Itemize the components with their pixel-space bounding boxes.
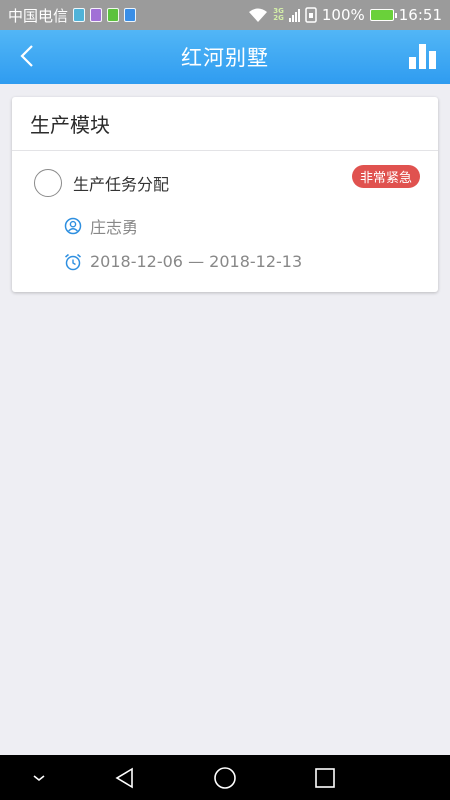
back-triangle-icon (115, 767, 133, 788)
task-assignee: 庄志勇 (64, 214, 138, 238)
bar-chart-icon (409, 44, 436, 69)
user-icon (64, 217, 82, 235)
nav-back-button[interactable] (108, 755, 142, 800)
gallery-icon (73, 8, 86, 22)
status-bar-left: 中国电信 (8, 5, 137, 26)
signal-icon (288, 8, 300, 22)
wifi-icon (249, 8, 268, 22)
collapse-icon (33, 774, 45, 781)
recents-square-icon (315, 767, 335, 788)
network-type: 3G 2G (273, 8, 284, 22)
date-range: 2018-12-06 — 2018-12-13 (90, 252, 303, 271)
navigation-bar (0, 755, 450, 800)
collapse-button[interactable] (22, 755, 56, 800)
battery-icon (369, 9, 397, 21)
app-header: 红河别墅 (0, 30, 450, 84)
task-name: 生产任务分配 (73, 175, 170, 194)
module-title: 生产模块 (12, 97, 438, 151)
vibrate-lock-icon (305, 7, 317, 23)
status-bar: 中国电信 3G 2G 100% 16:51 (0, 0, 450, 30)
alarm-clock-icon (65, 253, 81, 270)
task-dates: 2018-12-06 — 2018-12-13 (64, 252, 302, 271)
task-checkbox[interactable] (34, 169, 62, 197)
back-button[interactable] (14, 42, 44, 72)
sim-icon (124, 8, 137, 22)
photo-icon (90, 8, 103, 22)
module-card: 生产模块 生产任务分配 非常紧急 庄志勇 2018-12-06 — 2018-1… (12, 97, 438, 292)
wechat-icon (107, 8, 120, 22)
clock: 16:51 (398, 6, 442, 24)
home-circle-icon (214, 766, 236, 789)
task-item[interactable]: 生产任务分配 非常紧急 庄志勇 2018-12-06 — 2018-12-13 (12, 151, 438, 292)
assignee-name: 庄志勇 (90, 218, 139, 237)
page-title: 红河别墅 (181, 46, 269, 70)
statistics-button[interactable] (408, 41, 438, 71)
battery-percent: 100% (321, 6, 365, 24)
carrier-label: 中国电信 (8, 6, 69, 25)
nav-home-button[interactable] (208, 755, 242, 800)
nav-recents-button[interactable] (308, 755, 342, 800)
priority-badge: 非常紧急 (351, 165, 420, 188)
network-bottom-label: 2G (273, 14, 284, 22)
status-bar-right: 3G 2G 100% 16:51 (248, 6, 442, 24)
chevron-left-icon (20, 45, 33, 67)
